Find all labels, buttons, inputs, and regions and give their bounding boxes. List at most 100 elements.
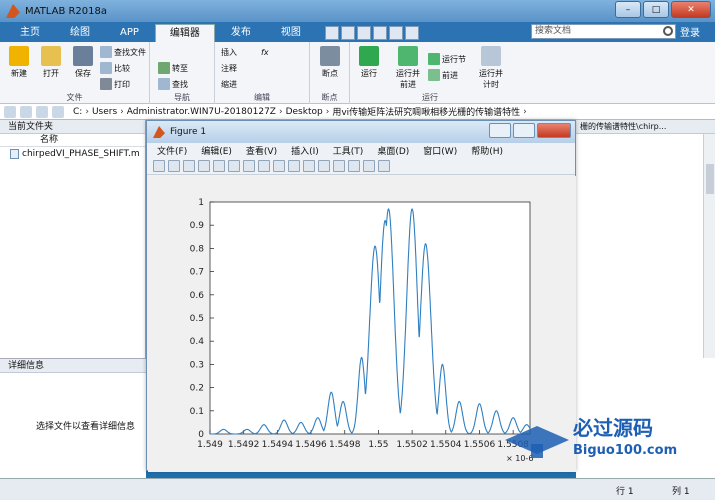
x-tick-label: 1.5494	[262, 440, 294, 450]
menu-desktop[interactable]: 桌面(D)	[377, 144, 409, 157]
path-segment[interactable]: C:	[73, 107, 82, 117]
find-button[interactable]: 查找	[158, 77, 188, 91]
menu-file[interactable]: 文件(F)	[157, 144, 187, 157]
x-tick-label: 1.5492	[228, 440, 260, 450]
run-button[interactable]: 运行	[354, 46, 384, 79]
group-run: 运行 运行并 前进 运行节 前进 运行并 计时 运行	[350, 42, 510, 104]
insert-button[interactable]: 插入	[221, 45, 237, 59]
back-icon[interactable]	[4, 105, 16, 118]
group-edit: 插入 注释 缩进 fx 编辑	[215, 42, 310, 104]
open-button[interactable]: 打开	[36, 46, 66, 79]
editor-scrollbar[interactable]	[703, 134, 715, 358]
menu-window[interactable]: 窗口(W)	[423, 144, 457, 157]
y-tick-label: 0.7	[190, 268, 204, 278]
tab-home[interactable]: 主页	[6, 24, 54, 42]
path-segment[interactable]: Administrator.WIN7U-20180127Z	[127, 107, 276, 117]
goto-button[interactable]: 转至	[158, 61, 188, 75]
y-tick-label: 0.5	[190, 314, 204, 324]
fx-button[interactable]: fx	[261, 45, 269, 59]
save-button[interactable]: 保存	[68, 46, 98, 79]
breakpoints-button[interactable]: 断点	[315, 46, 345, 79]
x-tick-label: 1.549	[197, 440, 223, 450]
menu-help[interactable]: 帮助(H)	[471, 144, 503, 157]
colorbar-icon[interactable]	[333, 159, 345, 172]
tab-editor[interactable]: 编辑器	[154, 24, 215, 42]
forward-icon[interactable]	[20, 105, 32, 118]
open-file-icon[interactable]	[168, 159, 180, 172]
zoom-out-icon[interactable]	[243, 159, 255, 172]
compare-button[interactable]: 比较	[100, 61, 130, 75]
login-link[interactable]: 登录	[680, 24, 700, 39]
run-section-button[interactable]: 运行节	[428, 52, 466, 66]
browse-folder-icon[interactable]	[52, 105, 64, 118]
pointer-icon[interactable]	[213, 159, 225, 172]
maximize-button[interactable]: □	[643, 1, 669, 18]
qa-undo-icon[interactable]	[388, 26, 403, 40]
m-file-icon	[10, 149, 19, 159]
advance-button[interactable]: 前进	[428, 68, 458, 82]
figure-maximize-button[interactable]	[513, 123, 535, 138]
tab-publish[interactable]: 发布	[217, 24, 265, 42]
figure-title: Figure 1	[170, 127, 207, 137]
y-tick-label: 0.2	[190, 384, 204, 394]
pan-icon[interactable]	[258, 159, 270, 172]
zoom-in-icon[interactable]	[228, 159, 240, 172]
up-folder-icon[interactable]	[36, 105, 48, 118]
x-tick-label: 1.5506	[464, 440, 496, 450]
figure-menubar: 文件(F) 编辑(E) 查看(V) 插入(I) 工具(T) 桌面(D) 窗口(W…	[147, 143, 575, 157]
address-bar: C: › Users › Administrator.WIN7U-20180127Z…	[0, 104, 715, 120]
qa-save-icon[interactable]	[324, 26, 339, 40]
save-figure-icon[interactable]	[183, 159, 195, 172]
x-tick-label: 1.5502	[396, 440, 428, 450]
print-button[interactable]: 打印	[100, 77, 130, 91]
x-tick-label: 1.5504	[430, 440, 462, 450]
qa-paste-icon[interactable]	[372, 26, 387, 40]
x-tick-label: 1.5496	[295, 440, 327, 450]
new-figure-icon[interactable]	[153, 159, 165, 172]
path-segment[interactable]: 用vi传输矩阵法研究啁啾相移光栅的传输谱特性	[332, 105, 520, 118]
qa-redo-icon[interactable]	[404, 26, 419, 40]
legend-icon[interactable]	[348, 159, 360, 172]
data-cursor-icon[interactable]	[288, 159, 300, 172]
ribbon: 新建 打开 保存 查找文件 比较 打印 文件 转至 查找 导航 插入 注释 缩进…	[0, 42, 715, 104]
file-item[interactable]: chirpedVI_PHASE_SHIFT.m	[0, 147, 145, 161]
menu-insert[interactable]: 插入(I)	[291, 144, 319, 157]
hide-tools-icon[interactable]	[363, 159, 375, 172]
qa-cut-icon[interactable]	[340, 26, 355, 40]
logo-name: 必过源码	[572, 416, 653, 440]
path-segment[interactable]: Desktop	[286, 107, 323, 117]
figure-icon	[153, 126, 165, 138]
menu-view[interactable]: 查看(V)	[246, 144, 277, 157]
path-segment[interactable]: Users	[92, 107, 117, 117]
name-column-header[interactable]: 名称	[0, 134, 145, 147]
rotate-icon[interactable]	[273, 159, 285, 172]
col-indicator: 列 1	[672, 487, 690, 497]
menu-tools[interactable]: 工具(T)	[333, 144, 364, 157]
run-advance-button[interactable]: 运行并 前进	[390, 46, 426, 90]
tab-view[interactable]: 视图	[267, 24, 315, 42]
minimize-button[interactable]: –	[615, 1, 641, 18]
qa-copy-icon[interactable]	[356, 26, 371, 40]
new-button[interactable]: 新建	[4, 46, 34, 79]
comment-button[interactable]: 注释	[221, 61, 237, 75]
tab-apps[interactable]: APP	[106, 24, 153, 42]
show-tools-icon[interactable]	[378, 159, 390, 172]
print-figure-icon[interactable]	[198, 159, 210, 172]
indent-button[interactable]: 缩进	[221, 77, 237, 91]
find-files-button[interactable]: 查找文件	[100, 45, 146, 59]
brush-icon[interactable]	[303, 159, 315, 172]
logo-site: Biguo100.com	[573, 443, 677, 458]
figure-minimize-button[interactable]	[489, 123, 511, 138]
tab-plots[interactable]: 绘图	[56, 24, 104, 42]
y-tick-label: 0.4	[190, 337, 205, 347]
run-time-button[interactable]: 运行并 计时	[474, 46, 508, 90]
current-folder-panel: 当前文件夹 名称 chirpedVI_PHASE_SHIFT.m	[0, 120, 146, 358]
figure-close-button[interactable]	[537, 123, 571, 138]
link-icon[interactable]	[318, 159, 330, 172]
x-tick-label: 1.55	[368, 440, 388, 450]
menu-edit[interactable]: 编辑(E)	[201, 144, 232, 157]
window-title: MATLAB R2018a	[25, 5, 108, 17]
matlab-logo-icon	[6, 4, 20, 18]
close-button[interactable]: ✕	[671, 1, 711, 18]
search-docs-input[interactable]: 搜索文档	[531, 24, 676, 39]
